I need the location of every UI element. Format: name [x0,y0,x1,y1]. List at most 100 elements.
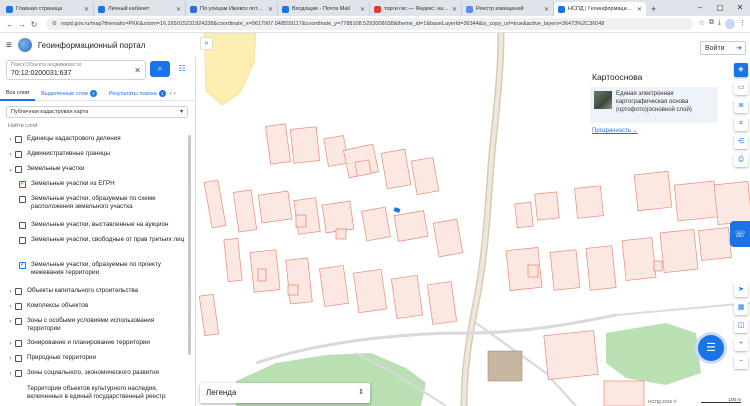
layer-checkbox[interactable] [15,318,22,325]
basemap-tool-button[interactable]: ▭ [734,81,748,95]
layer-checkbox[interactable] [19,261,26,269]
layer-checkbox[interactable] [19,180,26,188]
forward-icon[interactable]: → [16,20,28,29]
parcel [393,210,429,242]
basemap-select[interactable]: Публичная кадастровая карта ▾ [6,106,188,118]
print-tool-button[interactable]: ⎙ [734,153,748,167]
layer-group[interactable]: › Объекты капитального строительства [0,287,188,296]
layer-item[interactable]: Земельные участки, образуемые по проекту… [0,261,188,277]
opacity-link[interactable]: Прозрачность ⌄ [592,127,638,134]
locate-button[interactable]: ➤ [734,283,748,297]
reload-icon[interactable]: ↻ [28,20,40,29]
browser-tab[interactable]: Личный кабинет ✕ [94,2,186,16]
legend-panel[interactable]: Легенда ⇕ [200,383,370,403]
tab-all-layers[interactable]: Все слои [0,87,36,101]
tab-selected-layers[interactable]: Выделенные слои 3 [35,87,103,101]
profile-avatar[interactable] [725,19,735,29]
layer-checkbox[interactable] [15,303,22,310]
layer-group[interactable]: › Административные границы [0,150,188,159]
layer-checkbox[interactable] [15,166,22,173]
close-tab-icon[interactable]: ✕ [637,6,642,13]
layer-group[interactable]: › Зоны с особыми условиями использования … [0,317,188,333]
layer-item[interactable]: Земельные участки, выставленные на аукци… [0,221,188,229]
layer-checkbox[interactable] [19,237,26,244]
extensions-icon[interactable]: ⧉ [709,19,714,29]
browser-tab-active[interactable]: НСПД | Геоинформационный...✕ [554,2,646,16]
share-tool-button[interactable]: ⋲ [734,135,748,149]
browser-tab[interactable]: Главная страница ✕ [2,2,94,16]
layer-checkbox[interactable] [19,222,26,229]
layer-checkbox[interactable] [15,136,22,143]
collapse-sidebar-button[interactable]: « [200,37,213,50]
tab-search-results[interactable]: Результаты поиска 1 ‹ › [103,87,182,101]
map-canvas[interactable]: « Войти ➜ Картооснова Единая электронная … [196,33,750,406]
layer-group[interactable]: › Единицы кадастрового деления [0,135,188,144]
zoom-in-button[interactable]: + [734,337,748,351]
close-tab-icon[interactable]: ✕ [176,6,181,13]
layer-checkbox[interactable] [15,355,22,362]
search-options-button[interactable]: ☷ [176,61,188,77]
url-field[interactable]: ⚙ nspd.gov.ru/map?thematic=PKK&zoom=16.16… [46,18,693,30]
chevron-right-icon[interactable]: › [6,355,15,363]
tab-favicon-icon [466,5,473,13]
layer-item[interactable]: Земельные участки, свободные от прав тре… [0,236,188,244]
clear-search-icon[interactable]: ✕ [134,66,141,75]
search-button[interactable]: ⌕ [150,61,170,77]
close-tab-icon[interactable]: ✕ [360,6,365,13]
maximize-icon[interactable]: ▢ [710,0,730,16]
layer-checkbox[interactable] [15,151,22,158]
chevron-right-icon[interactable]: › [6,340,15,348]
zoom-out-button[interactable]: − [734,355,748,369]
layer-checkbox[interactable] [15,288,22,295]
chevron-right-icon[interactable]: › [6,370,15,378]
layer-group[interactable]: › Природные территории [0,354,188,363]
browser-tab[interactable]: По улицам Ижевск потекла...✕ [186,2,278,16]
layer-checkbox[interactable] [19,196,26,203]
layers-tool-button[interactable]: ◈ [734,63,748,77]
downloads-icon[interactable]: ⤓ [718,19,721,29]
chevron-right-icon[interactable]: › [6,303,15,311]
close-window-icon[interactable]: ✕ [730,0,750,16]
browser-tab[interactable]: Входящие - Почта Mail ✕ [278,2,370,16]
chevron-right-icon[interactable]: › [6,318,15,326]
bookmark-icon[interactable]: ☆ [699,19,705,29]
new-tab-button[interactable]: + [646,2,661,16]
chat-button[interactable]: ☰ [698,335,724,361]
chevron-down-icon[interactable]: ⌄ [6,166,15,174]
hamburger-menu-icon[interactable]: ≡ [6,40,12,51]
view-mode-button[interactable]: ▦ [734,301,748,315]
expand-icon[interactable]: ⇕ [358,383,364,403]
browser-tab[interactable]: Реестр извещений ✕ [462,2,554,16]
chevron-right-icon[interactable]: › [6,288,15,296]
help-side-button[interactable]: ☏ [730,221,750,247]
menu-icon[interactable]: ⋮ [739,19,746,29]
chevron-right-icon[interactable]: › [6,151,15,159]
layer-switch-button[interactable]: ◫ [734,319,748,333]
layer-checkbox[interactable] [15,370,22,377]
close-tab-icon[interactable]: ✕ [452,6,457,13]
tab-scroll-icon[interactable]: ‹ › [170,91,176,97]
layer-group[interactable]: › Комплексы объектов [0,302,188,311]
layer-item[interactable]: Земельные участки из ЕГРН [0,180,188,188]
sidebar-scrollbar[interactable] [188,135,191,355]
layer-group[interactable]: › Зоны социального, экономического развит… [0,369,188,378]
search-input[interactable]: Поиск Объекта недвижимости 70:12:0200031… [6,60,146,80]
login-button[interactable]: Войти ➜ [700,41,746,55]
chevron-right-icon[interactable]: › [6,136,15,144]
close-tab-icon[interactable]: ✕ [84,6,89,13]
layer-item[interactable]: Земельные участки, образуемые по схеме р… [0,195,188,211]
close-tab-icon[interactable]: ✕ [544,6,549,13]
find-layer-input[interactable]: Найти слой [8,123,37,129]
layer-group[interactable]: › Зонирование и планирование территории [0,339,188,348]
minimize-icon[interactable]: – [690,0,710,16]
layer-checkbox[interactable] [15,340,22,347]
back-icon[interactable]: ← [4,20,16,29]
measure-tool-button[interactable]: ⌗ [734,117,748,131]
layer-item[interactable]: Территории объектов культурного наследия… [0,385,188,401]
basemap-card[interactable]: Единая электронная картографическая осно… [590,87,718,123]
list-tool-button[interactable]: ≣ [734,99,748,113]
site-info-icon[interactable]: ⚙ [52,21,57,27]
close-tab-icon[interactable]: ✕ [268,6,273,13]
layer-group-open[interactable]: ⌄ Земельные участки [0,165,188,174]
browser-tab[interactable]: торги гис — Яндекс: нашлось...✕ [370,2,462,16]
